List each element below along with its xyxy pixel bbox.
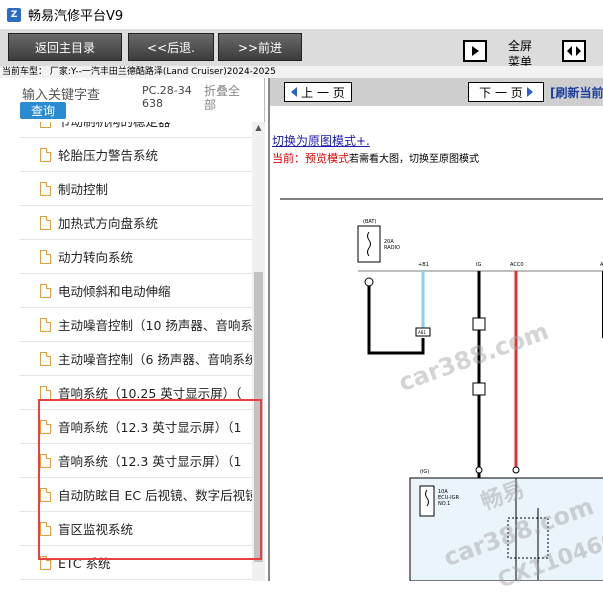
tree-item[interactable]: 制动控制 <box>20 172 252 206</box>
document-icon <box>40 385 51 400</box>
svg-text:IG: IG <box>476 262 481 268</box>
svg-text:RADIO: RADIO <box>384 245 400 251</box>
tree-item[interactable]: 主动噪音控制（10 扬声器、音响系统 <box>20 308 252 342</box>
document-icon <box>40 283 51 298</box>
search-area: 输入关键字查 查询 PC.28-34638 折叠全部 <box>0 78 265 122</box>
refresh-current-link[interactable]: [刷新当前 <box>550 84 603 101</box>
tree-item[interactable]: 电动倾斜和电动伸缩 <box>20 274 252 308</box>
keyword-input[interactable]: 输入关键字查 <box>22 84 100 103</box>
svg-text:+B1: +B1 <box>418 262 429 268</box>
collapse-all-button[interactable]: 折叠全部 <box>204 84 244 112</box>
tree-item[interactable]: 主动噪音控制（6 扬声器、音响系统 <box>20 342 252 376</box>
document-icon <box>40 317 51 332</box>
document-viewer: 上 一 页 下 一 页 [刷新当前 切换为原图模式+. 当前：预览模式若需看大图… <box>268 78 603 594</box>
document-icon <box>40 215 51 230</box>
document-icon <box>40 249 51 264</box>
svg-text:ACC0: ACC0 <box>510 262 524 268</box>
forward-button[interactable]: >>前进 <box>218 33 302 61</box>
tree-item[interactable]: 轮胎压力警告系统 <box>20 138 252 172</box>
tree-item[interactable]: 加热式方向盘系统 <box>20 206 252 240</box>
document-icon <box>40 351 51 366</box>
document-icon <box>40 122 51 128</box>
page-nav-strip: 上 一 页 下 一 页 [刷新当前 <box>270 78 603 106</box>
home-button[interactable]: 返回主目录 <box>8 33 122 61</box>
selection-highlight <box>38 399 262 560</box>
document-icon <box>40 181 51 196</box>
fuse-box <box>357 225 381 263</box>
fullscreen-icon[interactable] <box>562 40 586 62</box>
tree-item[interactable]: 节动制机构的稳定器 <box>20 122 252 138</box>
document-icon <box>40 147 51 162</box>
pc-code: PC.28-34638 <box>142 84 192 110</box>
svg-text:AB1: AB1 <box>418 330 426 335</box>
app-logo-icon: Z <box>7 7 21 22</box>
switch-original-mode-link[interactable]: 切换为原图模式+. <box>272 132 370 149</box>
svg-text:(IG): (IG) <box>420 469 429 475</box>
svg-text:NO.1: NO.1 <box>438 501 450 507</box>
preview-status: 当前：预览模式若需看大图，切换至原图模式 <box>272 152 479 165</box>
fuse-label: (BAT) <box>363 219 376 225</box>
search-button[interactable]: 查询 <box>20 102 66 119</box>
arrow-right-icon <box>526 87 533 97</box>
next-page-button[interactable]: 下 一 页 <box>468 82 544 102</box>
navigation-pane: 输入关键字查 查询 PC.28-34638 折叠全部 节动制机构的稳定器 轮胎压… <box>0 78 265 581</box>
main-toolbar: 返回主目录 <<后退. >>前进 全屏菜单 <box>0 30 603 69</box>
scroll-up-icon[interactable]: ▲ <box>252 122 265 134</box>
back-button[interactable]: <<后退. <box>128 33 214 61</box>
tree-item[interactable]: 动力转向系统 <box>20 240 252 274</box>
prev-page-button[interactable]: 上 一 页 <box>284 82 352 102</box>
window-titlebar: Z 畅易汽修平台V9 <box>0 0 603 30</box>
window-title: 畅易汽修平台V9 <box>28 9 124 24</box>
arrow-left-icon <box>291 87 298 97</box>
current-vehicle-bar: 当前车型： 厂家:Y--一汽丰田兰德酷路泽(Land Cruiser)2024-… <box>0 66 603 78</box>
collapse-panel-icon[interactable] <box>463 40 487 62</box>
